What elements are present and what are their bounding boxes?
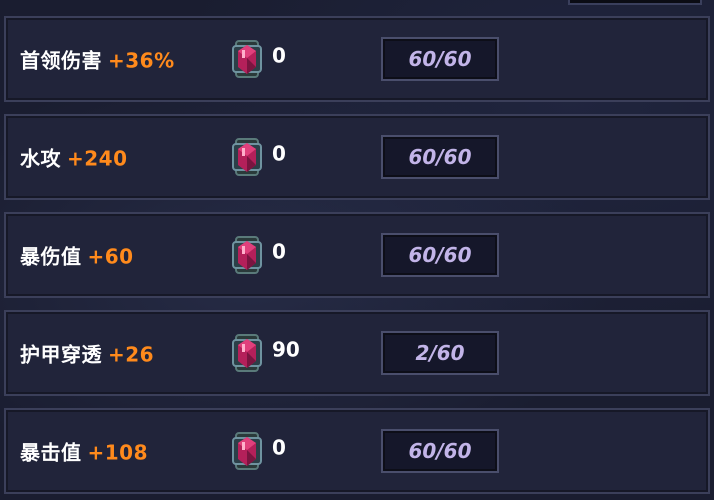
stat-bonus: +26 (108, 342, 155, 367)
progress-text: 60/60 (408, 145, 472, 169)
stat-bonus: +108 (87, 440, 149, 465)
upgrade-progress-button[interactable]: 60/60 (381, 135, 499, 179)
stat-row-armor-penetration: 护甲穿透 +26 90 2/60 (4, 310, 710, 396)
progress-text: 60/60 (408, 243, 472, 267)
red-crystal-gem-icon (232, 40, 262, 78)
progress-text: 60/60 (408, 47, 472, 71)
stat-label: 首领伤害 +36% (20, 45, 175, 74)
gem-cost: 0 (272, 141, 286, 166)
stat-name: 水攻 (20, 146, 61, 171)
red-crystal-gem-icon (232, 432, 262, 470)
upgrade-progress-button[interactable]: 2/60 (381, 331, 499, 375)
stat-name: 首领伤害 (20, 48, 102, 73)
stat-row-boss-damage: 首领伤害 +36% 0 60/60 (4, 16, 710, 102)
top-bar-edge (568, 0, 702, 5)
stat-bonus: +60 (87, 244, 134, 269)
upgrade-progress-button[interactable]: 60/60 (381, 233, 499, 277)
red-crystal-gem-icon (232, 334, 262, 372)
gem-cost: 0 (272, 435, 286, 460)
upgrade-progress-button[interactable]: 60/60 (381, 37, 499, 81)
progress-text: 2/60 (415, 341, 465, 365)
stat-row-water-attack: 水攻 +240 0 60/60 (4, 114, 710, 200)
stat-label: 水攻 +240 (20, 143, 128, 172)
stat-name: 护甲穿透 (20, 342, 102, 367)
gem-cost: 90 (272, 337, 300, 362)
progress-text: 60/60 (408, 439, 472, 463)
stat-bonus: +240 (67, 146, 128, 171)
stat-name: 暴伤值 (20, 244, 82, 269)
gem-cost: 0 (272, 43, 286, 68)
red-crystal-gem-icon (232, 236, 262, 274)
stat-row-crit-rate: 暴击值 +108 0 60/60 (4, 408, 710, 494)
stat-bonus: +36% (108, 48, 175, 73)
red-crystal-gem-icon (232, 138, 262, 176)
stat-label: 护甲穿透 +26 (20, 339, 154, 368)
upgrade-progress-button[interactable]: 60/60 (381, 429, 499, 473)
stat-label: 暴伤值 +60 (20, 241, 134, 270)
stat-name: 暴击值 (20, 440, 82, 465)
stat-row-crit-damage: 暴伤值 +60 0 60/60 (4, 212, 710, 298)
stat-label: 暴击值 +108 (20, 437, 148, 466)
stat-upgrade-panel: 首领伤害 +36% 0 60/60 水攻 +240 0 60/60 暴伤值 +6… (0, 0, 714, 500)
gem-cost: 0 (272, 239, 286, 264)
